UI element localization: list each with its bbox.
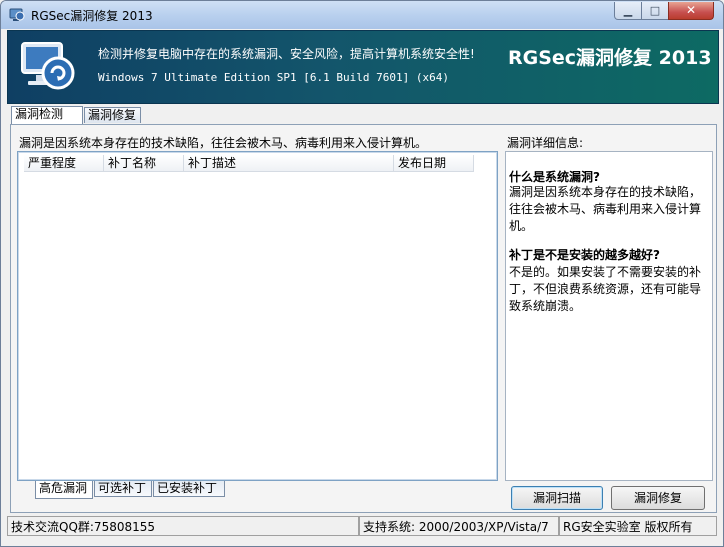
- maximize-icon: □: [649, 4, 661, 17]
- details-question-2: 补丁是不是安装的越多越好?: [509, 248, 660, 262]
- status-qq-group: 技术交流QQ群:75808155: [7, 516, 359, 536]
- banner-product-title: RGSec漏洞修复 2013: [508, 47, 712, 69]
- title-bar[interactable]: RGSec漏洞修复 2013 ▁ □ ✕: [1, 1, 723, 29]
- app-window: RGSec漏洞修复 2013 ▁ □ ✕ 检测并修复电脑中存在的系统漏洞、安全风…: [0, 0, 724, 547]
- patch-list[interactable]: 严重程度 补丁名称 补丁描述 发布日期: [17, 151, 498, 481]
- details-panel: 什么是系统漏洞? 漏洞是因系统本身存在的技术缺陷， 往往会被木马、病毒利用来入侵…: [505, 151, 713, 481]
- app-shield-icon: [9, 8, 25, 21]
- details-title: 漏洞详细信息:: [507, 136, 584, 150]
- column-severity[interactable]: 严重程度: [24, 155, 104, 171]
- computer-shield-logo-icon: [21, 42, 75, 90]
- details-answer-2-line-1: 不是的。如果安装了不需要安装的补: [509, 265, 702, 279]
- details-question-1: 什么是系统漏洞?: [509, 170, 600, 184]
- minimize-button[interactable]: ▁: [614, 2, 642, 20]
- tab-vuln-detect[interactable]: 漏洞检测: [11, 106, 83, 124]
- details-answer-1-line-3: 机。: [509, 219, 534, 233]
- column-release-date[interactable]: 发布日期: [394, 155, 474, 171]
- details-answer-2-line-2: 丁，不但浪费系统资源，还有可能导: [509, 282, 702, 296]
- tab-vuln-repair[interactable]: 漏洞修复: [84, 107, 141, 123]
- status-bar: 技术交流QQ群:75808155 支持系统: 2000/2003/XP/Vist…: [1, 516, 723, 546]
- details-answer-1-line-2: 往往会被木马、病毒利用来入侵计算: [509, 202, 702, 216]
- tab-installed-patches[interactable]: 已安装补丁: [153, 481, 225, 497]
- status-copyright: RG安全实验室 版权所有: [559, 516, 717, 536]
- maximize-button[interactable]: □: [641, 2, 669, 20]
- status-supported-systems: 支持系统: 2000/2003/XP/Vista/7: [359, 516, 559, 536]
- details-answer-2-line-3: 致系统崩溃。: [509, 299, 582, 313]
- repair-button[interactable]: 漏洞修复: [611, 486, 705, 510]
- patch-list-header: 严重程度 补丁名称 补丁描述 发布日期: [24, 155, 474, 172]
- close-button[interactable]: ✕: [668, 2, 714, 20]
- details-answer-1-line-1: 漏洞是因系统本身存在的技术缺陷，: [509, 185, 702, 199]
- banner-tagline: 检测并修复电脑中存在的系统漏洞、安全风险，提高计算机系统安全性!: [98, 47, 475, 61]
- detect-panel: 漏洞是因系统本身存在的技术缺陷，往往会被木马、病毒利用来入侵计算机。 严重程度 …: [10, 124, 717, 513]
- close-icon: ✕: [685, 3, 697, 17]
- scan-button[interactable]: 漏洞扫描: [511, 486, 603, 510]
- tab-optional-patches[interactable]: 可选补丁: [94, 481, 152, 497]
- header-banner: 检测并修复电脑中存在的系统漏洞、安全风险，提高计算机系统安全性! Windows…: [7, 30, 719, 104]
- tab-high-risk[interactable]: 高危漏洞: [35, 481, 93, 499]
- minimize-icon: ▁: [623, 4, 633, 17]
- column-patch-name[interactable]: 补丁名称: [104, 155, 184, 171]
- vuln-description: 漏洞是因系统本身存在的技术缺陷，往往会被木马、病毒利用来入侵计算机。: [19, 136, 428, 150]
- window-title: RGSec漏洞修复 2013: [31, 9, 153, 23]
- banner-os-info: Windows 7 Ultimate Edition SP1 [6.1 Buil…: [98, 71, 449, 84]
- column-patch-description[interactable]: 补丁描述: [184, 155, 394, 171]
